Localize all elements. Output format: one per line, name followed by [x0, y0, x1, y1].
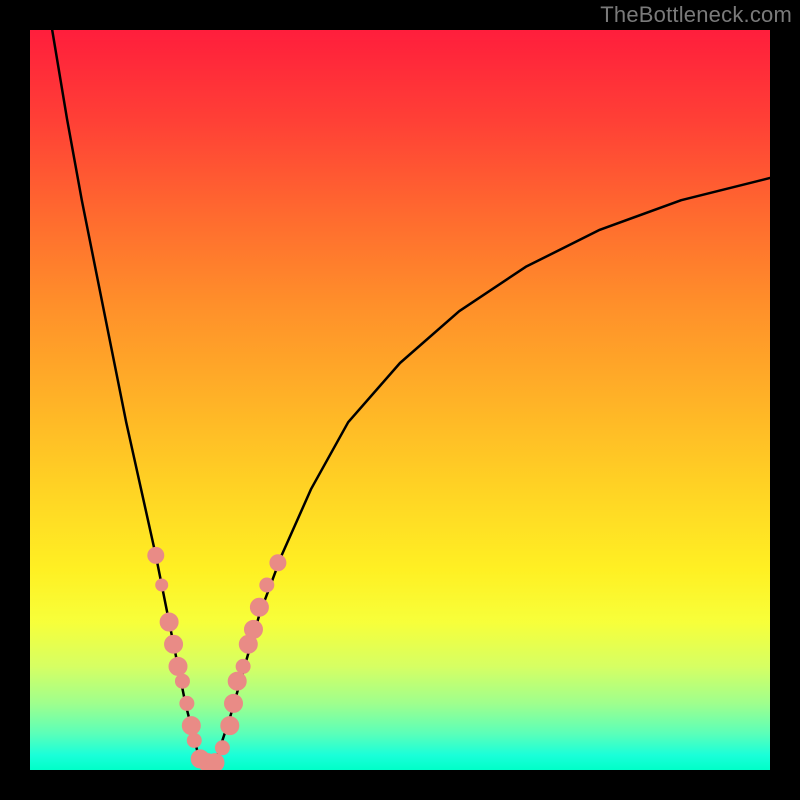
marker-dot — [160, 613, 178, 631]
marker-dot — [180, 696, 194, 710]
marker-dot — [169, 657, 187, 675]
watermark-text: TheBottleneck.com — [600, 2, 792, 28]
marker-group — [148, 547, 286, 770]
marker-dot — [156, 579, 168, 591]
marker-dot — [215, 741, 229, 755]
curve-right-branch — [215, 178, 770, 763]
marker-dot — [260, 578, 274, 592]
curve-left-branch — [52, 30, 200, 763]
marker-dot — [270, 555, 286, 571]
marker-dot — [228, 672, 246, 690]
marker-dot — [148, 547, 164, 563]
marker-dot — [244, 620, 262, 638]
marker-dot — [250, 598, 268, 616]
marker-dot — [236, 659, 250, 673]
marker-dot — [182, 717, 200, 735]
plot-area — [30, 30, 770, 770]
chart-svg — [30, 30, 770, 770]
marker-dot — [187, 733, 201, 747]
chart-container: TheBottleneck.com — [0, 0, 800, 800]
marker-dot — [225, 694, 243, 712]
marker-dot — [165, 635, 183, 653]
marker-dot — [206, 754, 224, 770]
marker-dot — [221, 717, 239, 735]
marker-dot — [175, 674, 189, 688]
